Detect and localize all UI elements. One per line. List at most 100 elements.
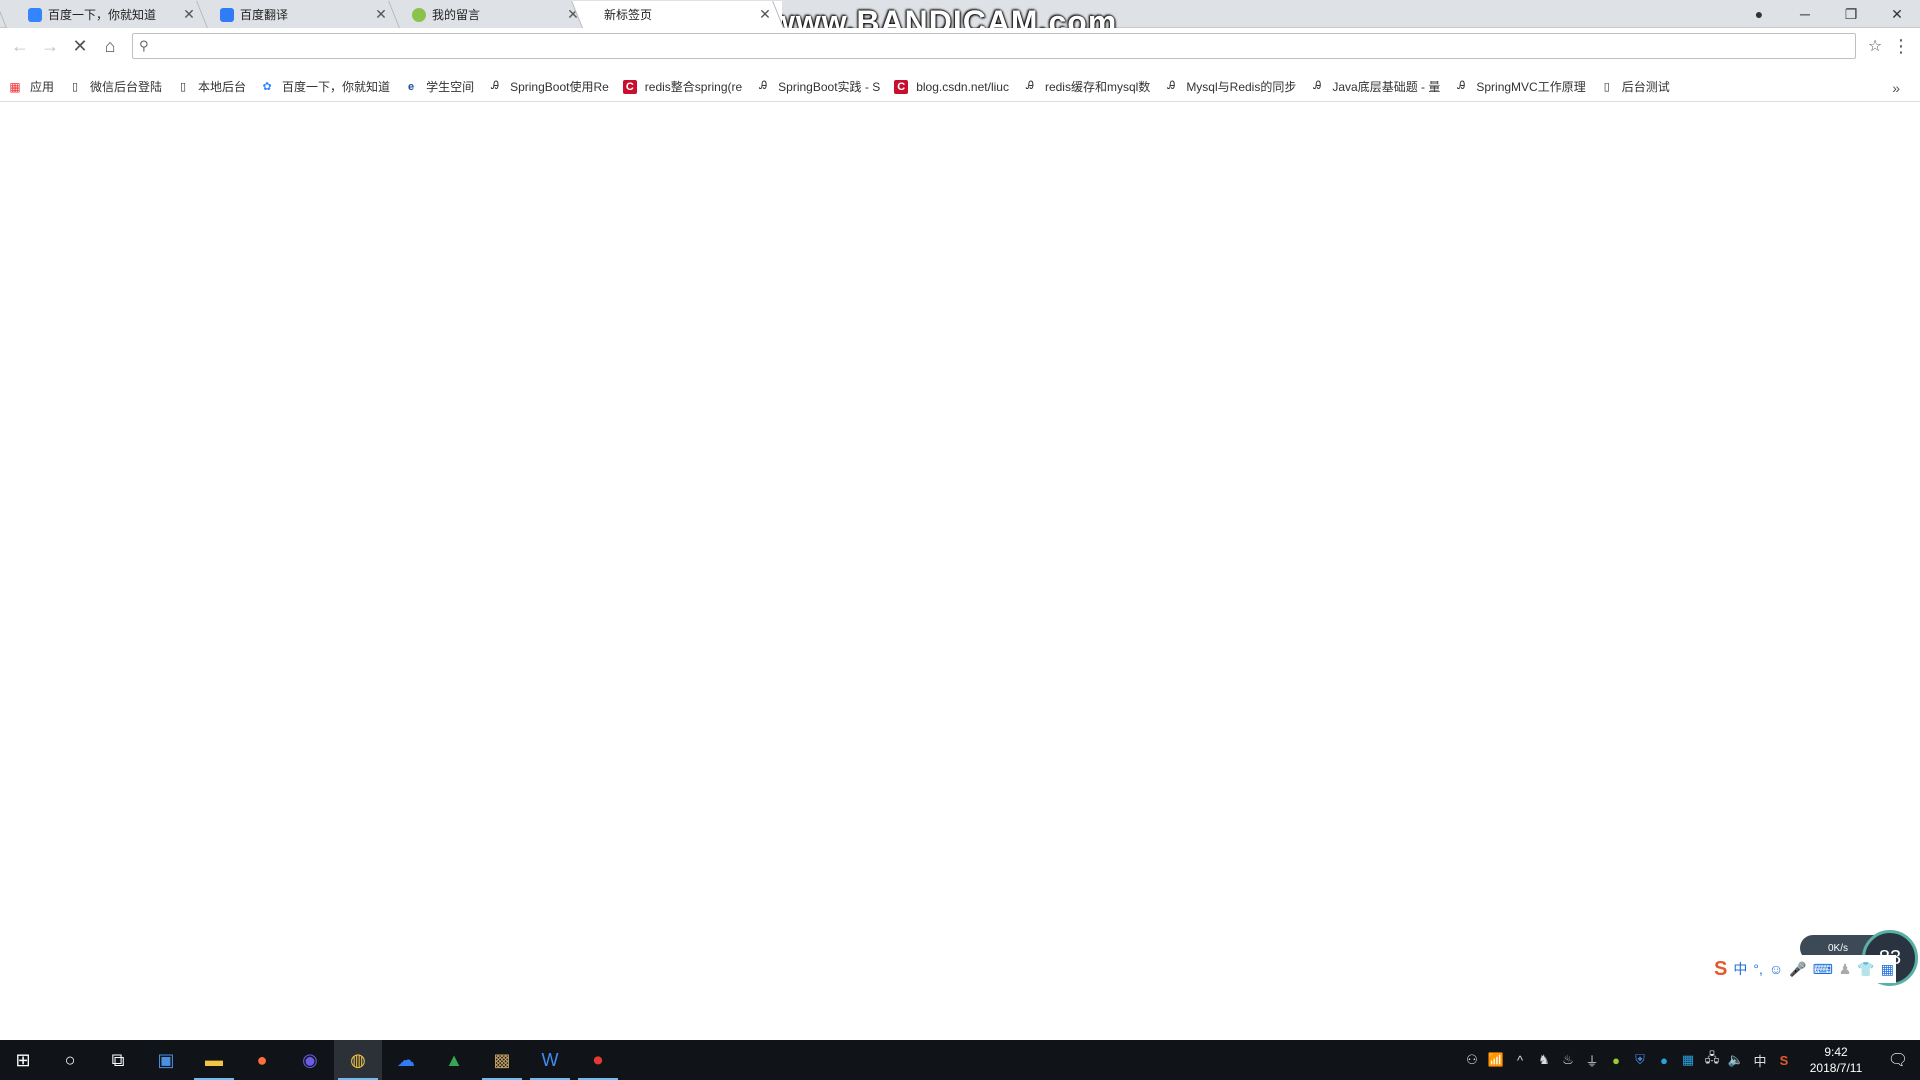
qq-icon[interactable]: ♞ <box>1532 1052 1556 1068</box>
bookmark-label: 本地后台 <box>198 80 247 94</box>
punctuation-icon[interactable]: °, <box>1753 961 1763 977</box>
microphone-icon[interactable]: 🎤 <box>1789 961 1806 978</box>
juejin-icon: Ꭿ <box>759 80 768 92</box>
bookmark-item[interactable]: C redis整合spring(re <box>622 78 742 95</box>
chrome-icon[interactable]: ◍ <box>334 1040 382 1080</box>
bookmark-apps[interactable]: ▦ 应用 <box>8 78 54 95</box>
tray-blue-icon[interactable]: ● <box>1652 1053 1676 1068</box>
upload-speed: 0K/s <box>1828 942 1849 954</box>
skin-icon[interactable]: 👕 <box>1857 961 1874 978</box>
bookmark-label: SpringBoot使用Re <box>510 80 609 94</box>
keyboard-icon[interactable]: ⌨ <box>1813 961 1833 978</box>
close-icon[interactable]: ✕ <box>182 6 196 23</box>
app-icon[interactable]: ▩ <box>478 1040 526 1080</box>
page-content <box>0 103 1920 1040</box>
tab-title: 我的留言 <box>432 8 481 22</box>
baidu-paw-icon <box>28 7 42 22</box>
bookmark-item[interactable]: Ꭿ SpringBoot使用Re <box>488 78 609 95</box>
close-icon[interactable]: ✕ <box>374 6 388 23</box>
sogou-logo-icon[interactable]: S <box>1714 958 1727 981</box>
tab-baidu-translate[interactable]: 百度翻译 ✕ <box>198 1 398 28</box>
address-bar[interactable]: ⚲ <box>132 33 1856 59</box>
close-window-button[interactable]: ✕ <box>1874 0 1920 28</box>
task-view-icon[interactable]: ⧉ <box>94 1040 142 1080</box>
browser-toolbar: ← → ✕ ⌂ ⚲ ☆ ⋮ <box>0 28 1920 64</box>
window-controls: ● ─ ❐ ✕ <box>1736 0 1920 28</box>
cortana-search-icon[interactable]: ○ <box>46 1040 94 1080</box>
clock[interactable]: 9:42 2018/7/11 <box>1796 1044 1876 1076</box>
bookmark-star-icon[interactable]: ☆ <box>1862 36 1888 56</box>
bookmark-item[interactable]: ▯ 后台测试 <box>1600 78 1670 95</box>
bookmark-item[interactable]: Ꭿ Java底层基础题 - 量 <box>1310 78 1440 95</box>
bookmarks-bar: ▦ 应用 ▯ 微信后台登陆 ▯ 本地后台 ✿ 百度一下，你就知道 e 学生空间 … <box>0 72 1920 102</box>
sogou-tray-icon[interactable]: S <box>1772 1053 1796 1068</box>
clock-date: 2018/7/11 <box>1809 1061 1863 1075</box>
bookmark-item[interactable]: ▯ 本地后台 <box>176 78 246 95</box>
windows-start-icon[interactable]: ⊞ <box>0 1040 46 1080</box>
toolbox-icon[interactable]: ▦ <box>1881 961 1894 978</box>
close-icon[interactable]: ✕ <box>758 6 772 23</box>
tray-app-icon[interactable]: ♨ <box>1556 1052 1580 1068</box>
bookmark-label: 应用 <box>30 80 55 94</box>
volume-icon[interactable]: 🔈 <box>1724 1052 1748 1068</box>
search-icon: ⚲ <box>139 38 149 53</box>
user-icon[interactable]: ♟ <box>1839 961 1852 978</box>
people-icon[interactable]: ⚇ <box>1460 1052 1484 1068</box>
page-icon: ▯ <box>180 81 187 93</box>
bookmark-label: Mysql与Redis的同步 <box>1186 80 1297 94</box>
bookmark-item[interactable]: Ꭿ redis缓存和mysql数 <box>1023 78 1150 95</box>
bookmark-item[interactable]: e 学生空间 <box>404 78 474 95</box>
tab-my-messages[interactable]: 我的留言 ✕ <box>390 1 590 28</box>
baidu-paw-icon: ✿ <box>262 81 272 93</box>
omnibox-input[interactable] <box>152 35 1849 57</box>
emoji-icon[interactable]: ☺ <box>1769 961 1783 977</box>
juejin-icon: Ꭿ <box>1167 80 1176 92</box>
bookmark-label: 后台测试 <box>1621 80 1670 94</box>
bandicam-record-icon[interactable]: ⏺ <box>574 1040 622 1080</box>
shield-icon[interactable]: ⛨ <box>1628 1052 1652 1068</box>
stop-button[interactable]: ✕ <box>66 32 94 60</box>
tab-title: 百度翻译 <box>240 8 289 22</box>
bookmark-item[interactable]: C blog.csdn.net/liuc <box>894 79 1009 94</box>
restore-button[interactable]: ❐ <box>1828 0 1874 28</box>
firefox-icon[interactable]: ● <box>238 1040 286 1080</box>
tab-title: 新标签页 <box>604 8 653 22</box>
ime-lang[interactable]: 中 <box>1733 959 1747 979</box>
system-tray: ⚇ 📶 ^ ♞ ♨ ⏚ ● ⛨ ● ▦ 🖧 🔈 中 S 9:42 2018/7/… <box>1460 1040 1920 1080</box>
bookmark-label: SpringBoot实践 - S <box>778 80 881 94</box>
bookmark-item[interactable]: Ꭿ SpringBoot实践 - S <box>756 78 880 95</box>
tray-grid-icon[interactable]: ▦ <box>1676 1052 1700 1068</box>
profile-icon[interactable]: ● <box>1736 0 1782 28</box>
home-button[interactable]: ⌂ <box>96 32 124 60</box>
bookmark-item[interactable]: Ꭿ SpringMVC工作原理 <box>1454 78 1585 95</box>
menu-icon[interactable]: ⋮ <box>1888 36 1914 57</box>
notification-icon[interactable]: 🗨 <box>1876 1050 1920 1070</box>
bookmarks-overflow-icon[interactable]: » <box>1892 80 1900 96</box>
back-button[interactable]: ← <box>6 32 34 60</box>
tray-green-icon[interactable]: ● <box>1604 1053 1628 1068</box>
bookmark-label: 微信后台登陆 <box>90 80 163 94</box>
bookmark-item[interactable]: ✿ 百度一下，你就知道 <box>260 78 390 95</box>
forward-button[interactable]: → <box>36 32 64 60</box>
tab-new-tab[interactable]: 新标签页 ✕ <box>582 1 782 28</box>
google-drive-icon[interactable]: ▲ <box>430 1040 478 1080</box>
input-lang[interactable]: 中 <box>1748 1051 1772 1070</box>
wifi-icon[interactable]: 📶 <box>1484 1052 1508 1068</box>
page-icon: ▯ <box>71 81 79 93</box>
eclipse-icon[interactable]: ◉ <box>286 1040 334 1080</box>
bookmark-label: redis缓存和mysql数 <box>1044 80 1151 94</box>
juejin-icon: Ꭿ <box>491 80 500 92</box>
bookmark-item[interactable]: Ꭿ Mysql与Redis的同步 <box>1164 78 1296 95</box>
chevron-up-icon[interactable]: ^ <box>1508 1053 1532 1068</box>
usb-icon[interactable]: ⏚ <box>1580 1051 1604 1070</box>
e-logo-icon: e <box>408 80 415 93</box>
bookmark-item[interactable]: ▯ 微信后台登陆 <box>68 78 162 95</box>
network-icon[interactable]: 🖧 <box>1700 1049 1724 1071</box>
minimize-button[interactable]: ─ <box>1782 0 1828 28</box>
tab-baidu[interactable]: 百度一下，你就知道 ✕ <box>6 1 206 28</box>
control-panel-icon[interactable]: ▣ <box>142 1040 190 1080</box>
wps-writer-icon[interactable]: W <box>526 1040 574 1080</box>
file-explorer-icon[interactable]: ▬ <box>190 1040 238 1080</box>
juejin-icon: Ꭿ <box>1025 80 1034 92</box>
baidu-netdisk-icon[interactable]: ☁ <box>382 1040 430 1080</box>
